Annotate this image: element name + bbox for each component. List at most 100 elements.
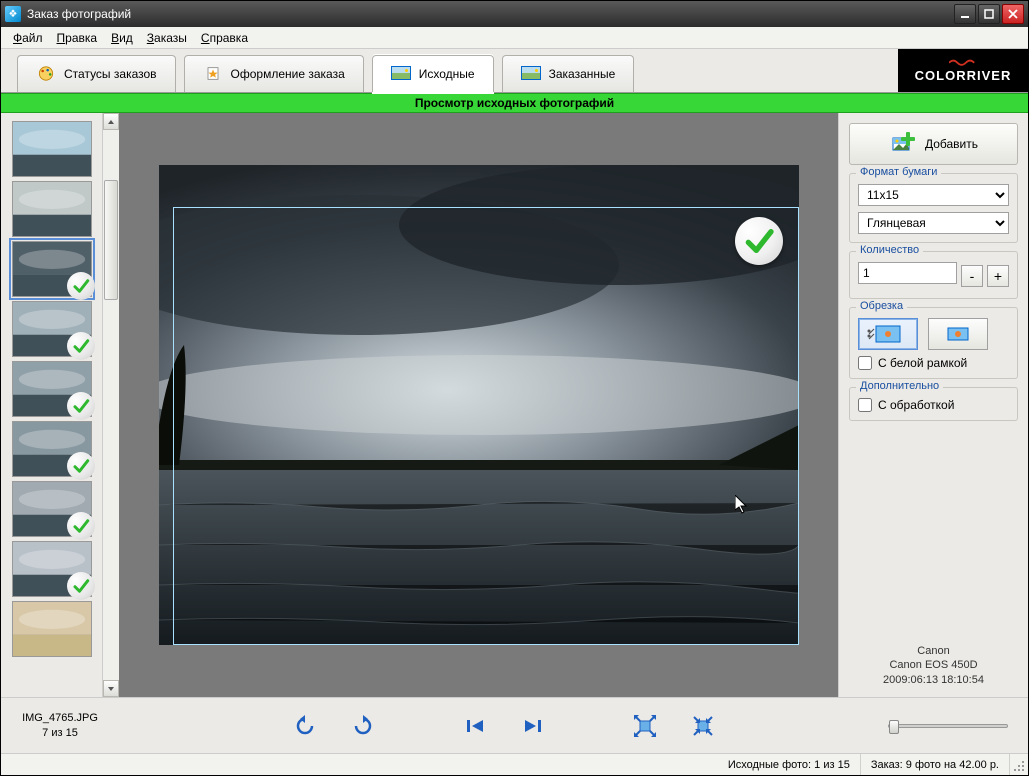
image-metadata: Canon Canon EOS 450D 2009:06:13 18:10:54 bbox=[849, 644, 1018, 687]
palette-icon bbox=[36, 66, 56, 82]
qty-plus-button[interactable]: + bbox=[987, 265, 1009, 287]
thumbnail[interactable] bbox=[12, 301, 92, 357]
thumbnail[interactable] bbox=[12, 241, 92, 297]
actual-size-button[interactable] bbox=[691, 714, 715, 738]
thumbnail[interactable] bbox=[12, 361, 92, 417]
add-plus-icon bbox=[889, 130, 917, 158]
tab-bar: Статусы заказов Оформление заказа Исходн… bbox=[1, 49, 1028, 93]
maximize-button[interactable] bbox=[978, 4, 1000, 24]
preview-pane[interactable] bbox=[119, 113, 838, 697]
qty-legend: Количество bbox=[856, 244, 923, 256]
first-button[interactable] bbox=[463, 714, 487, 738]
tab-label: Оформление заказа bbox=[231, 67, 345, 81]
cursor-icon bbox=[735, 495, 749, 515]
main-area: Добавить Формат бумаги 11x15 Глянцевая К… bbox=[1, 113, 1028, 697]
scroll-up-button[interactable] bbox=[103, 113, 119, 130]
add-label: Добавить bbox=[925, 137, 978, 151]
crop-legend: Обрезка bbox=[856, 300, 907, 312]
tab-label: Заказанные bbox=[549, 67, 616, 81]
minimize-button[interactable] bbox=[954, 4, 976, 24]
add-button[interactable]: Добавить bbox=[849, 123, 1018, 165]
meta-model: Canon EOS 450D bbox=[849, 658, 1018, 672]
menu-orders[interactable]: Заказы bbox=[141, 29, 193, 47]
thumb-check-badge bbox=[67, 572, 95, 600]
paper-size-select[interactable]: 11x15 bbox=[858, 184, 1009, 206]
menu-bar: Файл Правка Вид Заказы Справка bbox=[1, 27, 1028, 49]
thumbnail[interactable] bbox=[12, 601, 92, 657]
thumb-check-badge bbox=[67, 512, 95, 540]
thumb-scrollbar[interactable] bbox=[102, 113, 119, 697]
rotate-left-button[interactable] bbox=[293, 714, 317, 738]
thumbnail[interactable] bbox=[12, 121, 92, 177]
thumb-check-badge bbox=[67, 452, 95, 480]
scroll-down-button[interactable] bbox=[103, 680, 119, 697]
menu-edit[interactable]: Правка bbox=[51, 29, 104, 47]
qty-minus-button[interactable]: - bbox=[961, 265, 983, 287]
tab-label: Исходные bbox=[419, 67, 475, 81]
paper-finish-select[interactable]: Глянцевая bbox=[858, 212, 1009, 234]
thumbnail[interactable] bbox=[12, 421, 92, 477]
menu-file[interactable]: Файл bbox=[7, 29, 49, 47]
tab-label: Статусы заказов bbox=[64, 67, 157, 81]
paper-legend: Формат бумаги bbox=[856, 166, 941, 178]
tab-checkout[interactable]: Оформление заказа bbox=[184, 55, 364, 92]
app-icon: ❖ bbox=[5, 6, 21, 22]
status-source-count: Исходные фото: 1 из 15 bbox=[718, 754, 861, 775]
processing-checkbox[interactable] bbox=[858, 398, 872, 412]
extra-group: Дополнительно С обработкой bbox=[849, 387, 1018, 421]
scroll-track[interactable] bbox=[103, 130, 119, 680]
menu-help[interactable]: Справка bbox=[195, 29, 254, 47]
app-window: ❖ Заказ фотографий Файл Правка Вид Заказ… bbox=[0, 0, 1029, 776]
rotate-right-button[interactable] bbox=[351, 714, 375, 738]
resize-grip[interactable] bbox=[1010, 754, 1028, 775]
thumb-check-badge bbox=[67, 332, 95, 360]
crop-mode-fit[interactable] bbox=[928, 318, 988, 350]
status-order-summary: Заказ: 9 фото на 42.00 р. bbox=[861, 754, 1010, 775]
white-frame-checkbox[interactable] bbox=[858, 356, 872, 370]
thumb-check-badge bbox=[67, 272, 95, 300]
thumb-check-badge bbox=[67, 392, 95, 420]
title-bar[interactable]: ❖ Заказ фотографий bbox=[1, 1, 1028, 27]
right-panel: Добавить Формат бумаги 11x15 Глянцевая К… bbox=[838, 113, 1028, 697]
thumbnail[interactable] bbox=[12, 481, 92, 537]
selected-check-badge[interactable] bbox=[735, 217, 783, 265]
extra-legend: Дополнительно bbox=[856, 380, 943, 392]
crop-group: Обрезка С белой рамкой bbox=[849, 307, 1018, 379]
viewer-title-bar: Просмотр исходных фотографий bbox=[1, 93, 1028, 113]
white-frame-label: С белой рамкой bbox=[878, 356, 967, 370]
meta-make: Canon bbox=[849, 644, 1018, 658]
preview-image bbox=[159, 165, 799, 645]
menu-view[interactable]: Вид bbox=[105, 29, 139, 47]
thumbnail[interactable] bbox=[12, 181, 92, 237]
thumbnail[interactable] bbox=[12, 541, 92, 597]
processing-label: С обработкой bbox=[878, 398, 954, 412]
scroll-thumb[interactable] bbox=[104, 180, 118, 300]
photo-icon bbox=[521, 66, 541, 82]
thumbnail-list bbox=[1, 113, 102, 697]
fit-screen-button[interactable] bbox=[633, 714, 657, 738]
document-star-icon bbox=[203, 66, 223, 82]
viewer-title-text: Просмотр исходных фотографий bbox=[415, 96, 614, 110]
meta-datetime: 2009:06:13 18:10:54 bbox=[849, 673, 1018, 687]
tab-ordered[interactable]: Заказанные bbox=[502, 55, 635, 92]
quantity-group: Количество - + bbox=[849, 251, 1018, 299]
check-icon bbox=[743, 225, 775, 257]
photo-icon bbox=[391, 66, 411, 82]
zoom-thumb[interactable] bbox=[889, 720, 899, 734]
position-text: 7 из 15 bbox=[1, 726, 119, 740]
zoom-slider[interactable] bbox=[888, 724, 1008, 728]
last-button[interactable] bbox=[521, 714, 545, 738]
paper-format-group: Формат бумаги 11x15 Глянцевая bbox=[849, 173, 1018, 243]
crop-mode-fill[interactable] bbox=[858, 318, 918, 350]
window-title: Заказ фотографий bbox=[27, 7, 954, 21]
white-frame-option[interactable]: С белой рамкой bbox=[858, 356, 1009, 370]
tab-source[interactable]: Исходные bbox=[372, 55, 494, 92]
status-bar: Исходные фото: 1 из 15 Заказ: 9 фото на … bbox=[1, 753, 1028, 775]
processing-option[interactable]: С обработкой bbox=[858, 398, 1009, 412]
filename-block: IMG_4765.JPG 7 из 15 bbox=[1, 711, 119, 740]
close-button[interactable] bbox=[1002, 4, 1024, 24]
brand-logo: COLORRIVER bbox=[898, 49, 1028, 92]
zoom-track[interactable] bbox=[888, 724, 1008, 728]
tab-order-statuses[interactable]: Статусы заказов bbox=[17, 55, 176, 92]
qty-input[interactable] bbox=[858, 262, 957, 284]
